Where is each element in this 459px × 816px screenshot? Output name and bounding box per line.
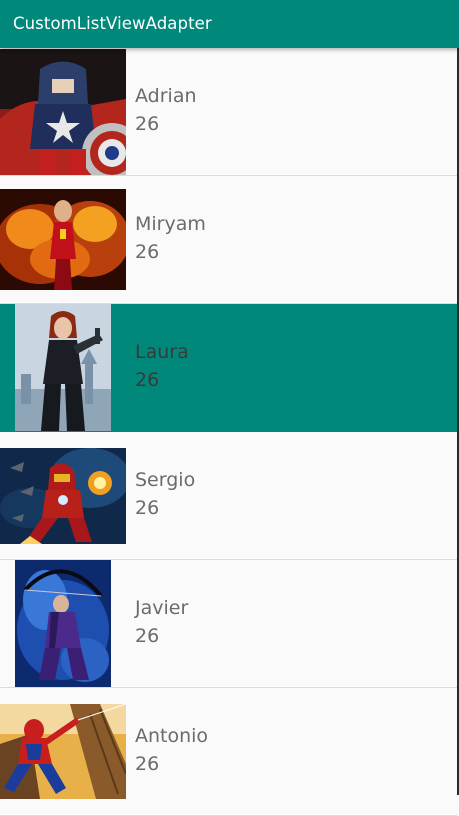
list-item[interactable]: Miryam 26 (0, 176, 457, 304)
hawkeye-image (15, 560, 111, 687)
item-name: Antonio (135, 725, 209, 747)
item-age: 26 (135, 241, 160, 263)
app-title: CustomListViewAdapter (13, 14, 212, 33)
iron-man-image (0, 448, 126, 544)
app-bar: CustomListViewAdapter (0, 0, 459, 48)
list-item[interactable]: Javier 26 (0, 560, 457, 688)
spider-man-image (0, 704, 126, 799)
item-age: 26 (135, 753, 160, 775)
phoenix-fire-image (0, 189, 126, 290)
item-age: 26 (135, 113, 160, 135)
item-name: Sergio (135, 469, 196, 491)
list-item[interactable]: Sergio 26 (0, 432, 457, 560)
list-item[interactable]: Adrian 26 (0, 48, 457, 176)
item-name: Adrian (135, 85, 197, 107)
item-age: 26 (135, 369, 160, 391)
item-name: Javier (135, 597, 189, 619)
list-item[interactable]: Antonio 26 (0, 688, 457, 816)
list-item[interactable]: Laura 26 (0, 304, 457, 432)
item-name: Laura (135, 341, 189, 363)
item-age: 26 (135, 497, 160, 519)
black-widow-image (15, 304, 111, 431)
superhero-list[interactable]: Adrian 26 Miryam 26 Laura 26 Sergio 26 J… (0, 48, 457, 816)
item-age: 26 (135, 625, 160, 647)
captain-america-image (0, 49, 126, 175)
item-name: Miryam (135, 213, 206, 235)
